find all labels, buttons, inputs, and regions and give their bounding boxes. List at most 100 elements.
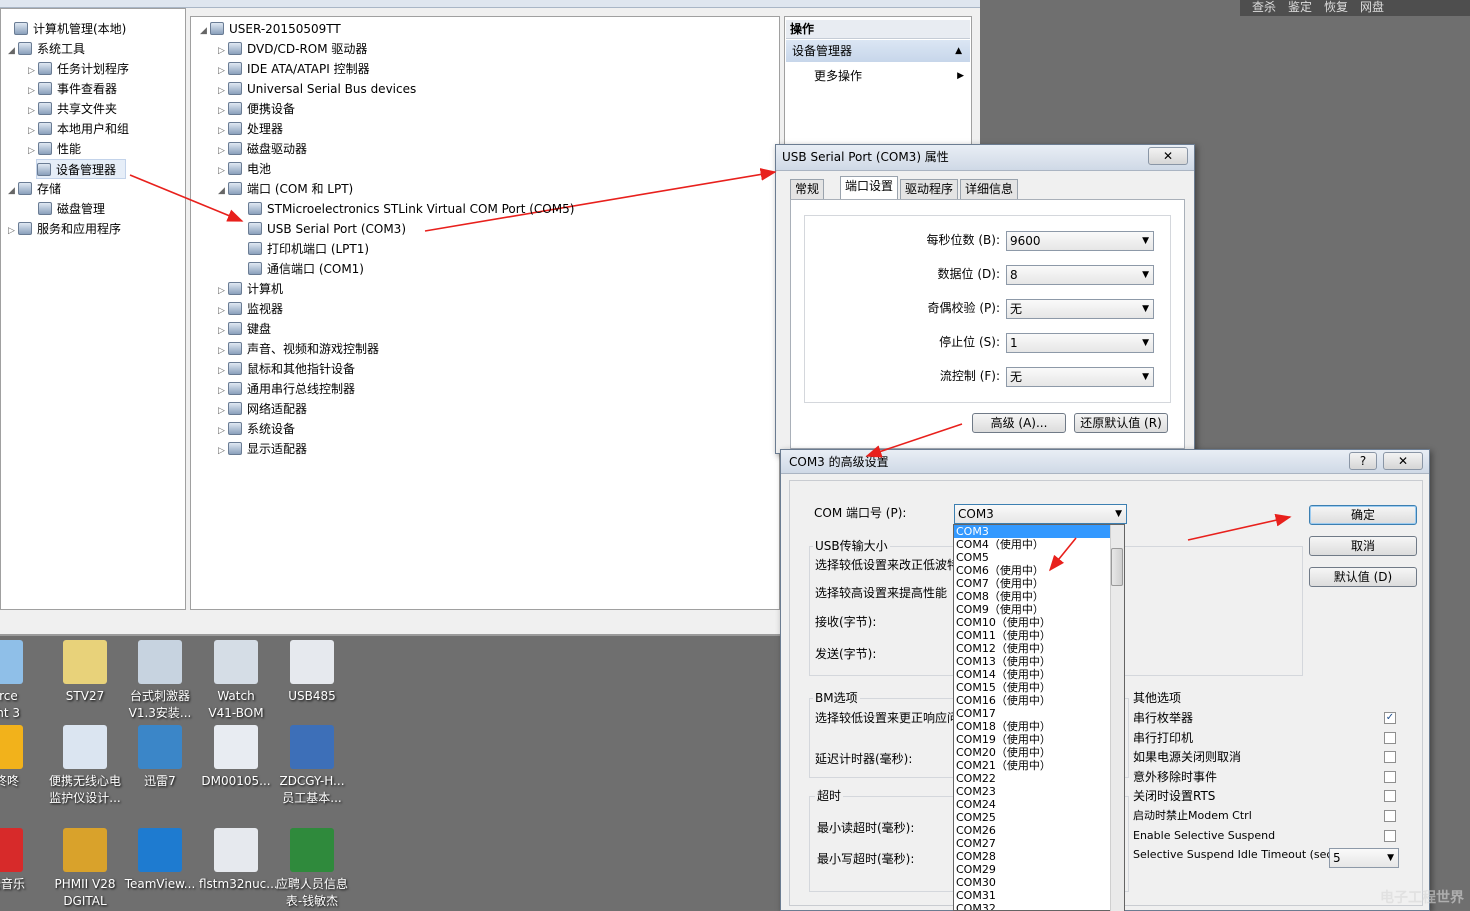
- expand-icon[interactable]: ▷: [218, 121, 228, 141]
- expand-icon[interactable]: ▷: [218, 401, 228, 421]
- scrollbar-thumb[interactable]: [1111, 548, 1123, 586]
- device-tree-item[interactable]: ▷ 监视器: [218, 299, 283, 319]
- expand-icon[interactable]: ◢: [8, 41, 18, 61]
- device-tree-item[interactable]: ▷ 显示适配器: [218, 439, 307, 459]
- desktop-icon[interactable]: 台式刺激器 V1.3安装...: [123, 640, 197, 722]
- device-tree-item[interactable]: 通信端口 (COM1): [238, 259, 364, 279]
- close-button[interactable]: ✕: [1148, 147, 1188, 165]
- toolbar-button[interactable]: 鉴定: [1288, 0, 1312, 14]
- device-tree-item[interactable]: ▷ 计算机: [218, 279, 283, 299]
- tab-driver[interactable]: 驱动程序: [900, 179, 959, 199]
- device-tree-item[interactable]: ▷ 鼠标和其他指针设备: [218, 359, 355, 379]
- expand-icon[interactable]: ▷: [28, 141, 38, 161]
- dialog-title-bar[interactable]: COM3 的高级设置: [781, 450, 1429, 474]
- expand-icon[interactable]: ▷: [218, 281, 228, 301]
- com-port-option[interactable]: COM5: [954, 551, 1124, 564]
- desktop-icon[interactable]: TeamView...: [123, 828, 197, 893]
- expand-icon[interactable]: ▷: [218, 441, 228, 461]
- cancel-button[interactable]: 取消: [1309, 536, 1417, 556]
- expand-icon[interactable]: ▷: [218, 341, 228, 361]
- option-checkbox[interactable]: [1384, 751, 1396, 764]
- console-tree-item[interactable]: 设备管理器: [36, 159, 126, 179]
- com-port-option[interactable]: COM17: [954, 707, 1124, 720]
- com-port-option[interactable]: COM12（使用中）: [954, 642, 1124, 655]
- com-port-option[interactable]: COM13（使用中）: [954, 655, 1124, 668]
- setting-select[interactable]: 9600 ▼: [1006, 231, 1154, 251]
- com-port-option[interactable]: COM19（使用中）: [954, 733, 1124, 746]
- expand-icon[interactable]: ▷: [28, 121, 38, 141]
- setting-select[interactable]: 1 ▼: [1006, 333, 1154, 353]
- toolbar-button[interactable]: 查杀: [1252, 0, 1276, 14]
- console-tree-item[interactable]: ◢ 存储: [8, 179, 61, 199]
- device-tree-item[interactable]: ▷ Universal Serial Bus devices: [218, 79, 416, 99]
- device-tree-item[interactable]: ◢ USER-20150509TT: [200, 19, 341, 39]
- com-port-option[interactable]: COM15（使用中）: [954, 681, 1124, 694]
- expand-icon[interactable]: ▷: [218, 361, 228, 381]
- device-tree-item[interactable]: 打印机端口 (LPT1): [238, 239, 369, 259]
- device-tree-item[interactable]: ▷ 便携设备: [218, 99, 295, 119]
- dialog-title-bar[interactable]: USB Serial Port (COM3) 属性: [776, 145, 1194, 171]
- expand-icon[interactable]: ▷: [28, 81, 38, 101]
- device-tree-item[interactable]: ▷ 处理器: [218, 119, 283, 139]
- ok-button[interactable]: 确定: [1309, 505, 1417, 525]
- device-tree-item[interactable]: ▷ 声音、视频和游戏控制器: [218, 339, 379, 359]
- com-port-option[interactable]: COM23: [954, 785, 1124, 798]
- com-port-option[interactable]: COM22: [954, 772, 1124, 785]
- console-tree-item[interactable]: ◢ 系统工具: [8, 39, 85, 59]
- com-port-option[interactable]: COM16（使用中）: [954, 694, 1124, 707]
- com-port-option[interactable]: COM3: [954, 525, 1124, 538]
- tab-general[interactable]: 常规: [790, 179, 825, 199]
- com-port-option[interactable]: COM14（使用中）: [954, 668, 1124, 681]
- desktop-icon[interactable]: USB485: [275, 640, 349, 705]
- desktop-icon[interactable]: PHMII V28 DGITAL: [48, 828, 122, 910]
- com-port-option[interactable]: COM18（使用中）: [954, 720, 1124, 733]
- expand-icon[interactable]: ◢: [218, 181, 228, 201]
- defaults-button[interactable]: 默认值 (D): [1309, 567, 1417, 587]
- expand-icon[interactable]: ▷: [218, 301, 228, 321]
- console-tree-item[interactable]: ▷ 服务和应用程序: [8, 219, 121, 239]
- console-tree-item[interactable]: 磁盘管理: [28, 199, 105, 219]
- com-port-option[interactable]: COM10（使用中）: [954, 616, 1124, 629]
- toolbar-button[interactable]: 网盘: [1360, 0, 1384, 14]
- expand-icon[interactable]: ▷: [218, 321, 228, 341]
- com-port-option[interactable]: COM30: [954, 876, 1124, 889]
- more-actions[interactable]: 更多操作 ▶: [814, 66, 964, 86]
- expand-icon[interactable]: ▷: [218, 381, 228, 401]
- device-tree-item[interactable]: ▷ 电池: [218, 159, 271, 179]
- com-port-option[interactable]: COM26: [954, 824, 1124, 837]
- device-tree-item[interactable]: USB Serial Port (COM3): [238, 219, 406, 239]
- option-checkbox[interactable]: ✓: [1384, 712, 1396, 724]
- actions-section[interactable]: 设备管理器 ▲: [786, 40, 970, 62]
- tab-details[interactable]: 详细信息: [960, 179, 1019, 199]
- device-tree-item[interactable]: ▷ 磁盘驱动器: [218, 139, 307, 159]
- option-checkbox[interactable]: [1384, 731, 1396, 744]
- console-tree-item[interactable]: ▷ 任务计划程序: [28, 59, 129, 79]
- com-port-option[interactable]: COM32: [954, 902, 1124, 910]
- option-checkbox[interactable]: [1384, 829, 1396, 842]
- com-port-option[interactable]: COM20（使用中）: [954, 746, 1124, 759]
- device-tree-item[interactable]: ▷ 系统设备: [218, 419, 295, 439]
- desktop-icon[interactable]: Watch V41-BOM: [199, 640, 273, 722]
- desktop-icon[interactable]: 便携无线心电 监护仪设计...: [48, 725, 122, 807]
- setting-select[interactable]: 8 ▼: [1006, 265, 1154, 285]
- console-tree-item[interactable]: ▷ 事件查看器: [28, 79, 117, 99]
- desktop-icon[interactable]: 应聘人员信息 表-钱敏杰: [275, 828, 349, 910]
- console-tree-item[interactable]: 计算机管理(本地): [4, 19, 126, 39]
- close-button[interactable]: ✕: [1383, 452, 1423, 470]
- com-port-option[interactable]: COM29: [954, 863, 1124, 876]
- expand-icon[interactable]: ▷: [28, 61, 38, 81]
- com-port-option[interactable]: COM24: [954, 798, 1124, 811]
- expand-icon[interactable]: ▷: [218, 101, 228, 121]
- desktop-icon[interactable]: flstm32nuc...: [199, 828, 278, 893]
- toolbar-button[interactable]: 恢复: [1324, 0, 1348, 14]
- collapse-icon[interactable]: ▲: [955, 40, 962, 62]
- desktop-icon[interactable]: DM00105...: [199, 725, 273, 790]
- option-checkbox[interactable]: [1384, 790, 1396, 803]
- desktop-icon[interactable]: ource light 3: [0, 640, 38, 722]
- com-port-option[interactable]: COM27: [954, 837, 1124, 850]
- help-button[interactable]: ?: [1349, 452, 1377, 470]
- com-port-option[interactable]: COM9（使用中）: [954, 603, 1124, 616]
- suspend-timeout-select[interactable]: 5 ▼: [1329, 848, 1399, 868]
- desktop-icon[interactable]: STV27: [48, 640, 122, 705]
- expand-icon[interactable]: ▷: [218, 161, 228, 181]
